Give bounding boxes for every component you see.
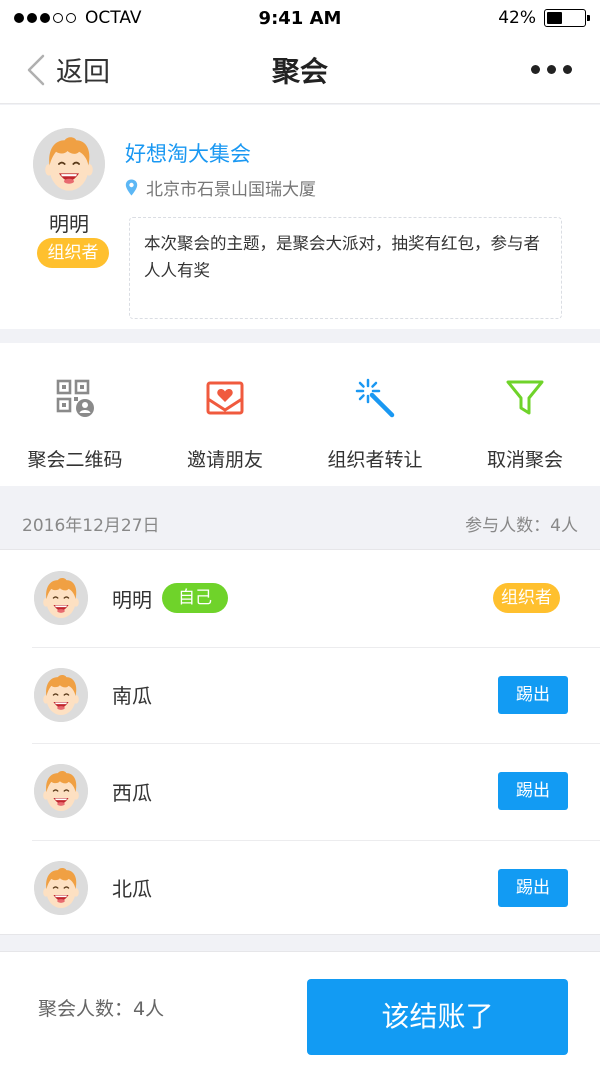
action-bar: 聚会二维码 邀请朋友 组织者转让 取消聚会 (0, 343, 600, 486)
organizer-badge: 组织者 (37, 238, 109, 268)
nav-bar: 返回 聚会 (0, 36, 600, 104)
kick-button[interactable]: 踢出 (498, 868, 568, 907)
signal-dot-icon (14, 13, 24, 23)
more-button[interactable] (400, 65, 600, 74)
qr-code-label: 聚会二维码 (27, 449, 123, 471)
party-count-label: 聚会人数：4人 (38, 998, 165, 1020)
invite-friends-label: 邀请朋友 (186, 449, 263, 471)
invite-envelope-icon (206, 381, 244, 415)
participant-row: 北瓜 踢出 (0, 839, 600, 937)
participant-avatar (34, 571, 88, 626)
participant-row: 明明 自己 组织者 (0, 550, 600, 647)
avatar-face-icon (33, 128, 105, 200)
event-title: 好想淘大集会 (125, 142, 251, 166)
back-button[interactable]: 返回 (0, 50, 200, 89)
party-screen: OCTAV 9:41 AM 42% 返回 聚会 明明 组织者 好想淘大集会 北京… (0, 0, 600, 1083)
qr-code-button[interactable]: 聚会二维码 (0, 343, 150, 486)
qr-code-icon (56, 379, 94, 417)
organizer-name: 明明 (49, 212, 89, 236)
participant-avatar (34, 667, 88, 722)
signal-dot-icon (27, 13, 37, 23)
cancel-party-button[interactable]: 取消聚会 (450, 343, 600, 486)
location-pin-icon (125, 179, 138, 196)
filter-icon (506, 380, 544, 415)
organizer-badge: 组织者 (493, 583, 560, 614)
transfer-organizer-label: 组织者转让 (327, 449, 423, 471)
avatar-face-icon (34, 860, 88, 915)
page-title: 聚会 (271, 54, 328, 88)
status-bar: OCTAV 9:41 AM 42% (0, 0, 600, 36)
party-date: 2016年12月27日 (22, 515, 160, 536)
battery-status: 42% (386, 8, 590, 28)
checkout-button[interactable]: 该结账了 (307, 979, 568, 1055)
participant-list: 明明 自己 组织者 南瓜 踢出 西瓜 踢出 北瓜 踢出 (0, 549, 600, 935)
signal-dot-icon (40, 13, 50, 23)
self-badge: 自己 (162, 583, 228, 614)
participant-row: 南瓜 踢出 (0, 646, 600, 744)
more-dot-icon (563, 65, 572, 74)
battery-percent: 42% (498, 8, 536, 28)
invite-friends-button[interactable]: 邀请朋友 (150, 343, 300, 486)
cancel-party-label: 取消聚会 (486, 449, 563, 471)
kick-button[interactable]: 踢出 (498, 675, 568, 714)
carrier-name: OCTAV (85, 8, 142, 28)
chevron-left-icon (27, 54, 45, 85)
battery-icon (544, 9, 590, 27)
bottom-bar: 聚会人数：4人 该结账了 (0, 951, 600, 1083)
participant-name: 明明 (112, 587, 152, 612)
back-label: 返回 (56, 57, 110, 88)
summary-row: 2016年12月27日 参与人数：4人 (0, 500, 600, 546)
event-description: 本次聚会的主题，是聚会大派对，抽奖有红包，参与者人人有奖 (129, 217, 562, 319)
transfer-organizer-button[interactable]: 组织者转让 (300, 343, 450, 486)
avatar-face-icon (34, 667, 88, 722)
battery-fill (547, 12, 563, 24)
signal-dot-empty-icon (66, 13, 76, 23)
event-location-text: 北京市石景山国瑞大厦 (146, 180, 316, 200)
event-card: 明明 组织者 好想淘大集会 北京市石景山国瑞大厦 本次聚会的主题，是聚会大派对，… (0, 105, 600, 329)
participant-row: 西瓜 踢出 (0, 743, 600, 840)
participant-name: 南瓜 (112, 684, 152, 709)
participant-name: 西瓜 (112, 780, 152, 805)
participant-name: 北瓜 (112, 877, 152, 902)
more-dot-icon (547, 65, 556, 74)
kick-button[interactable]: 踢出 (498, 772, 568, 811)
organizer-avatar (33, 128, 105, 200)
status-time: 9:41 AM (258, 7, 342, 29)
participant-avatar (34, 764, 88, 819)
signal-carrier: OCTAV (14, 8, 214, 28)
signal-dot-empty-icon (53, 13, 63, 23)
avatar-face-icon (34, 571, 88, 626)
participant-avatar (34, 860, 88, 915)
participant-count: 参与人数：4人 (465, 515, 578, 536)
magic-wand-icon (355, 378, 395, 418)
more-dot-icon (531, 65, 540, 74)
event-location: 北京市石景山国瑞大厦 (125, 175, 316, 200)
avatar-face-icon (34, 764, 88, 819)
